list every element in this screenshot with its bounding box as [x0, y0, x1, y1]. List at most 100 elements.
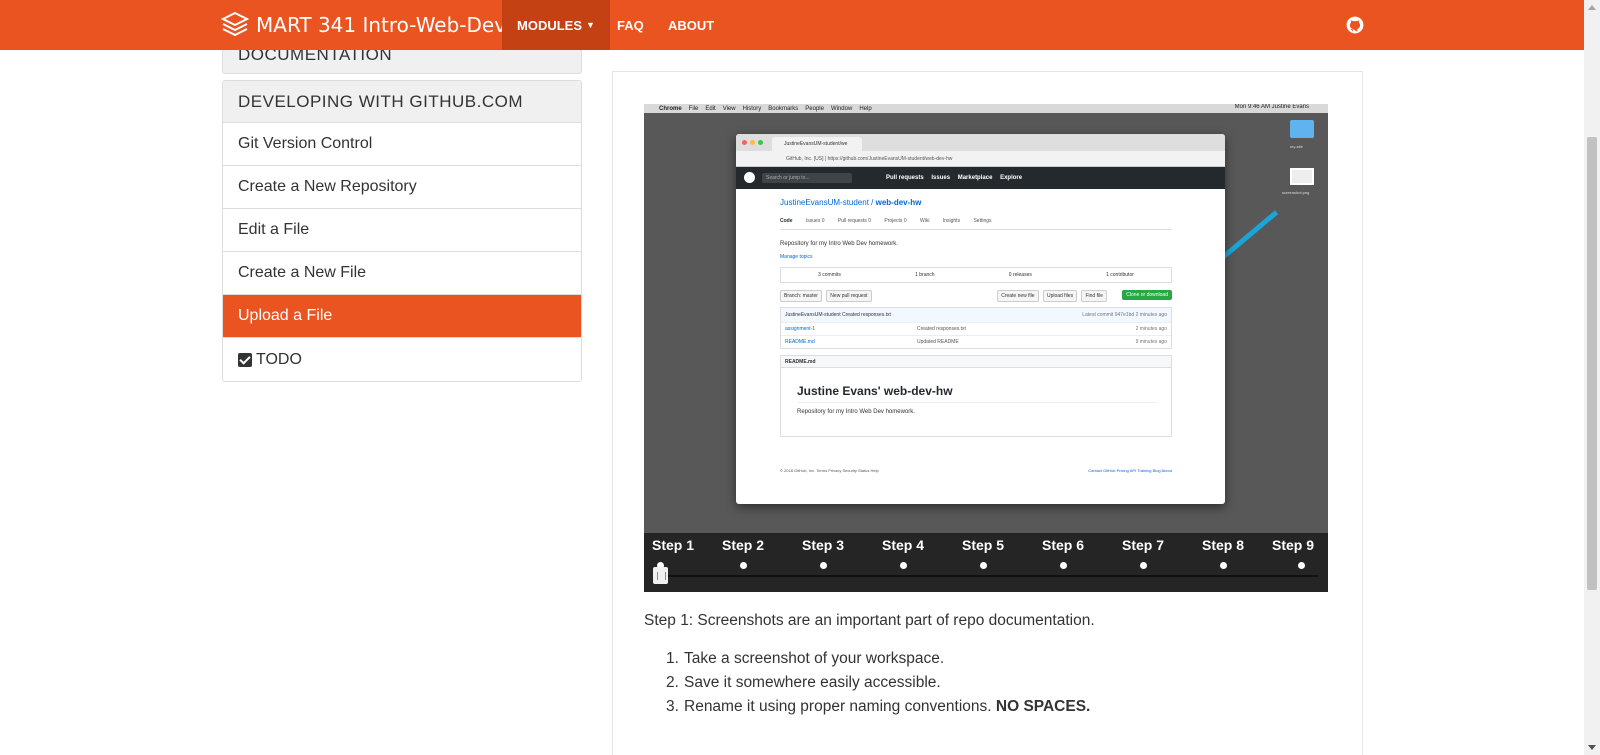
- repo-title: JustineEvansUM-student / web-dev-hw: [780, 198, 922, 207]
- sidebar-item-edit-file[interactable]: Edit a File: [223, 209, 581, 252]
- mac-menu-item: Bookmarks: [768, 105, 799, 112]
- maximize-dot-icon: [758, 140, 763, 145]
- nav-modules-dropdown[interactable]: MODULES ▼: [502, 0, 610, 50]
- minimize-dot-icon: [750, 140, 755, 145]
- scroll-thumb[interactable]: [1587, 137, 1597, 590]
- desktop-file-label: screenshot.png: [1282, 190, 1310, 195]
- step-6-label[interactable]: Step 6: [1042, 537, 1084, 553]
- repo-tab: Code: [780, 218, 793, 224]
- manage-topics-link: Manage topics: [780, 254, 813, 260]
- stack-layers-icon: [220, 11, 250, 37]
- file-table: JustineEvansUM-student Created responses…: [780, 307, 1172, 349]
- mac-menu-item: View: [722, 105, 736, 112]
- step-dot[interactable]: [740, 562, 747, 569]
- list-number: 1.: [666, 650, 679, 667]
- readme-body: Repository for my Intro Web Dev homework…: [797, 409, 915, 415]
- mac-menu-item: Window: [830, 105, 853, 112]
- branch-row: Branch: master New pull request Create n…: [780, 290, 1172, 302]
- repo-stat: 1 contributor: [1106, 272, 1134, 278]
- repo-name: web-dev-hw: [875, 198, 922, 207]
- brand-title: MART 341 Intro-Web-Dev: [256, 13, 507, 37]
- step-9-label[interactable]: Step 9: [1272, 537, 1314, 553]
- step-7-label[interactable]: Step 7: [1122, 537, 1164, 553]
- step-4-label[interactable]: Step 4: [882, 537, 924, 553]
- github-header: Search or jump to... Pull requests Issue…: [736, 167, 1225, 189]
- step-3-label[interactable]: Step 3: [802, 537, 844, 553]
- step-dot[interactable]: [1220, 562, 1227, 569]
- image-file-icon: [1290, 168, 1314, 185]
- mac-clock-user: Mon 9:46 AM Justine Evans: [1234, 104, 1309, 110]
- browser-address-bar: GitHub, Inc. [US] | https://github.com/J…: [736, 151, 1225, 167]
- repo-tab: Issues 0: [805, 218, 825, 224]
- upload-files-button: Upload files: [1042, 290, 1078, 302]
- file-time: 2 minutes ago: [1135, 326, 1167, 332]
- step-dot[interactable]: [900, 562, 907, 569]
- slider-handle[interactable]: [653, 567, 668, 584]
- readme-box: README.md Justine Evans' web-dev-hw Repo…: [780, 355, 1172, 437]
- scroll-down-arrow-icon[interactable]: [1588, 745, 1596, 750]
- step-8-label[interactable]: Step 8: [1202, 537, 1244, 553]
- github-logo-icon: [744, 172, 755, 183]
- repo-description: Repository for my Intro Web Dev homework…: [780, 241, 898, 247]
- brand-link[interactable]: MART 341 Intro-Web-Dev: [220, 0, 506, 50]
- table-row: assignment-1 Created responses.txt 2 min…: [781, 322, 1171, 335]
- repo-stat: 0 releases: [1008, 272, 1032, 278]
- github-search-box: Search or jump to...: [762, 173, 852, 183]
- nav-about-link[interactable]: ABOUT: [653, 0, 729, 50]
- branch-select: Branch: master: [780, 290, 822, 302]
- step-2-label[interactable]: Step 2: [722, 537, 764, 553]
- file-name: assignment-1: [785, 326, 816, 332]
- nav-faq-link[interactable]: FAQ: [602, 0, 659, 50]
- sidebar-panel-heading[interactable]: DEVELOPING WITH GITHUB.COM: [223, 81, 581, 123]
- mac-menu-item: Chrome: [659, 105, 682, 112]
- step-dot[interactable]: [980, 562, 987, 569]
- browser-tab: JustineEvansUM-student/we: [772, 137, 862, 151]
- step-dot[interactable]: [1298, 562, 1305, 569]
- sidebar-item-create-repository[interactable]: Create a New Repository: [223, 166, 581, 209]
- nav-modules-label: MODULES: [517, 17, 582, 33]
- caret-down-icon: ▼: [586, 20, 595, 30]
- repo-tabs: Code Issues 0 Pull requests 0 Projects 0…: [780, 218, 1172, 230]
- file-time: 9 minutes ago: [1135, 339, 1167, 345]
- create-file-button: Create new file: [997, 290, 1039, 302]
- sidebar-item-todo-label: TODO: [256, 350, 302, 368]
- repo-tab: Settings: [973, 218, 992, 224]
- step-dot[interactable]: [1060, 562, 1067, 569]
- sidebar-item-upload-file[interactable]: Upload a File: [223, 295, 581, 338]
- commit-message: JustineEvansUM-student Created responses…: [785, 312, 891, 318]
- close-dot-icon: [742, 140, 747, 145]
- sidebar-item-git-version-control[interactable]: Git Version Control: [223, 123, 581, 166]
- step-slider: Step 1 Step 2 Step 3 Step 4 Step 5 Step …: [644, 533, 1328, 592]
- browser-tab-bar: JustineEvansUM-student/we: [736, 134, 1225, 151]
- file-commit-msg: Updated README: [917, 339, 959, 345]
- list-number: 3.: [666, 698, 679, 715]
- slider-track[interactable]: [660, 575, 1318, 577]
- list-item: 3. Rename it using proper naming conventi…: [666, 698, 1090, 722]
- file-name: README.md: [785, 339, 815, 345]
- repo-tab: Pull requests 0: [837, 218, 871, 224]
- find-file-button: Find file: [1081, 290, 1107, 302]
- github-icon[interactable]: [1346, 16, 1364, 34]
- repo-tab: Projects 0: [884, 218, 907, 224]
- github-footer: © 2018 GitHub, Inc. Terms Privacy Securi…: [780, 468, 1172, 473]
- sidebar-item-create-file[interactable]: Create a New File: [223, 252, 581, 295]
- top-navbar: MART 341 Intro-Web-Dev MODULES ▼ FAQ ABO…: [0, 0, 1584, 50]
- page-scrollbar[interactable]: [1584, 0, 1600, 755]
- step-dot[interactable]: [1140, 562, 1147, 569]
- github-nav-links: Pull requests Issues Marketplace Explore: [886, 175, 1028, 181]
- step-dot[interactable]: [820, 562, 827, 569]
- mac-menu-item: Help: [859, 105, 872, 112]
- step-1-label[interactable]: Step 1: [652, 537, 694, 553]
- list-text: Take a screenshot of your workspace.: [684, 650, 945, 667]
- new-pr-button: New pull request: [826, 290, 872, 302]
- sidebar-item-todo[interactable]: TODO: [223, 338, 581, 381]
- file-commit-msg: Created responses.txt: [917, 326, 966, 332]
- repo-tab: Wiki: [920, 218, 930, 224]
- readme-header: README.md: [781, 356, 1171, 368]
- clone-button: Clone or download: [1122, 290, 1172, 300]
- step-caption: Step 1: Screenshots are an important par…: [644, 612, 1095, 629]
- scroll-up-arrow-icon[interactable]: [1588, 5, 1596, 10]
- step-5-label[interactable]: Step 5: [962, 537, 1004, 553]
- checkbox-checked-icon: [238, 352, 252, 367]
- list-text: Save it somewhere easily accessible.: [684, 674, 941, 691]
